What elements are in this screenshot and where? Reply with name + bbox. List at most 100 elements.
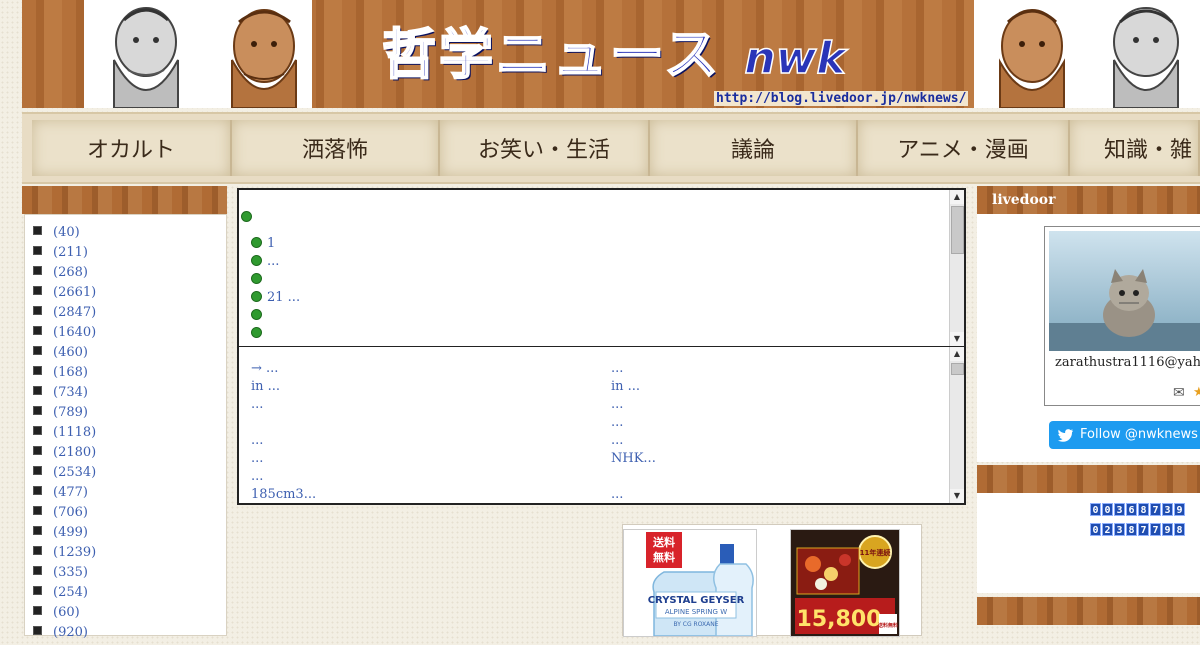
category-item[interactable]: (706) (33, 505, 88, 525)
link-item[interactable]: 185cm3... (251, 487, 316, 502)
counter-digit: 0 (1090, 503, 1101, 516)
category-item[interactable]: (499) (33, 525, 88, 545)
link-item[interactable]: ... (611, 433, 623, 448)
nav-item-anime[interactable]: アニメ・漫画 (858, 120, 1070, 176)
category-item[interactable]: (168) (33, 365, 88, 385)
category-item[interactable]: (2180) (33, 445, 96, 465)
link-item[interactable]: ... (611, 487, 623, 502)
news-scrollbar[interactable]: ▲ ▼ (949, 190, 964, 346)
category-item[interactable]: (1239) (33, 545, 96, 565)
link-item[interactable]: NHK... (611, 451, 656, 466)
news-panel[interactable]: 1 ... 21 ... ▲ ▼ (237, 188, 966, 348)
category-item[interactable]: (335) (33, 565, 88, 585)
ad-water[interactable]: 送料 無料 CRYSTAL GEYSER ALPINE SPRING W BY … (623, 529, 757, 637)
scroll-down-icon[interactable]: ▼ (950, 332, 964, 346)
kitten-avatar[interactable] (1049, 231, 1200, 351)
ad-osechi[interactable]: 11年連続 15,800 送料無料 (790, 529, 900, 637)
category-item[interactable]: (2661) (33, 285, 96, 305)
links-panel[interactable]: → ... in ... ... ... ... ... 185cm3... .… (237, 346, 966, 505)
link-item[interactable]: ... (251, 469, 263, 484)
blog-url[interactable]: http://blog.livedoor.jp/nwknews/ (714, 91, 969, 106)
counter-digit: 6 (1126, 503, 1137, 516)
counter-digit: 7 (1150, 523, 1161, 536)
bullet-icon (33, 426, 42, 435)
category-item[interactable]: (60) (33, 605, 80, 625)
twitter-follow-button[interactable]: Follow @nwknews (1049, 421, 1200, 449)
water-badge: 送料 (652, 535, 675, 549)
scroll-up-icon[interactable]: ▲ (950, 347, 964, 361)
news-item[interactable]: 21 ... (251, 290, 300, 305)
scroll-up-icon[interactable]: ▲ (950, 190, 964, 204)
category-item[interactable]: (1118) (33, 425, 96, 445)
link-item[interactable]: ... (251, 451, 263, 466)
scroll-thumb[interactable] (951, 206, 964, 254)
link-item[interactable]: in ... (611, 379, 640, 394)
category-item[interactable]: (40) (33, 225, 80, 245)
news-item[interactable]: 1 (251, 236, 275, 251)
link-item[interactable]: ... (611, 397, 623, 412)
category-item[interactable]: (268) (33, 265, 88, 285)
category-item[interactable]: (789) (33, 405, 88, 425)
site-logo[interactable]: 哲学ニュース nwk (381, 10, 847, 89)
category-item[interactable]: (211) (33, 245, 88, 265)
link-item[interactable]: ... (611, 415, 623, 430)
star-icon[interactable]: ★ (1193, 385, 1200, 400)
bullet-icon (33, 286, 42, 295)
philosopher-portraits-left (84, 0, 312, 108)
next-section-header (977, 597, 1200, 625)
counter-digit: 2 (1102, 523, 1113, 536)
news-item[interactable] (251, 308, 267, 323)
counter-digit: 8 (1138, 503, 1149, 516)
link-item[interactable]: in ... (251, 379, 280, 394)
news-item[interactable]: ... (251, 254, 279, 269)
bullet-icon (33, 486, 42, 495)
bullet-icon (33, 386, 42, 395)
link-item[interactable]: ... (611, 361, 623, 376)
green-bullet-icon (251, 237, 262, 248)
counter-digit: 3 (1162, 503, 1173, 516)
counter-digit: 8 (1174, 523, 1185, 536)
site-header: 哲学ニュース nwk http://blog.livedoor.jp/nwkne… (22, 0, 1200, 108)
category-item[interactable]: (2534) (33, 465, 96, 485)
news-item[interactable] (241, 210, 257, 225)
category-item[interactable]: (477) (33, 485, 88, 505)
bullet-icon (33, 446, 42, 455)
mail-icon[interactable]: ✉ (1173, 385, 1185, 401)
category-item[interactable]: (734) (33, 385, 88, 405)
green-bullet-icon (251, 255, 262, 266)
green-bullet-icon (251, 273, 262, 284)
counter-digit: 3 (1114, 523, 1125, 536)
osechi-price: 15,800 (797, 607, 882, 632)
site-title: 哲学ニュース (381, 22, 722, 87)
link-item[interactable]: ... (251, 397, 263, 412)
category-item[interactable]: (2847) (33, 305, 96, 325)
category-item[interactable]: (254) (33, 585, 88, 605)
nav-item-chishiki[interactable]: 知識・雑 (1070, 120, 1200, 176)
scroll-down-icon[interactable]: ▼ (950, 489, 964, 503)
counter-digit: 8 (1126, 523, 1137, 536)
category-item[interactable]: (1640) (33, 325, 96, 345)
category-item[interactable]: (920) (33, 625, 88, 645)
twitter-bird-icon (1058, 421, 1074, 460)
counter-digit: 0 (1090, 523, 1101, 536)
main-nav: オカルト 洒落怖 お笑い・生活 議論 アニメ・漫画 知識・雑 (22, 112, 1200, 184)
profile-email: zarathustra1116@yahoo.co (1055, 355, 1200, 370)
category-item[interactable]: (460) (33, 345, 88, 365)
bullet-icon (33, 526, 42, 535)
nav-item-owarai[interactable]: お笑い・生活 (440, 120, 650, 176)
links-scrollbar[interactable]: ▲ ▼ (949, 347, 964, 503)
osechi-badge2: 送料無料 (877, 622, 898, 629)
link-item[interactable]: → ... (251, 361, 278, 376)
nav-item-sharekowa[interactable]: 洒落怖 (232, 120, 440, 176)
nav-item-occult[interactable]: オカルト (32, 120, 232, 176)
news-item[interactable] (251, 272, 267, 287)
link-item[interactable]: ... (251, 433, 263, 448)
scroll-thumb[interactable] (951, 363, 964, 375)
bullet-icon (33, 606, 42, 615)
water-sub: ALPINE SPRING W (665, 608, 727, 616)
access-counter-secondary: 02387798 (1090, 523, 1186, 536)
nav-item-giron[interactable]: 議論 (650, 120, 858, 176)
counter-digit: 9 (1174, 503, 1185, 516)
site-title-suffix: nwk (744, 32, 847, 85)
news-item[interactable] (251, 326, 267, 341)
